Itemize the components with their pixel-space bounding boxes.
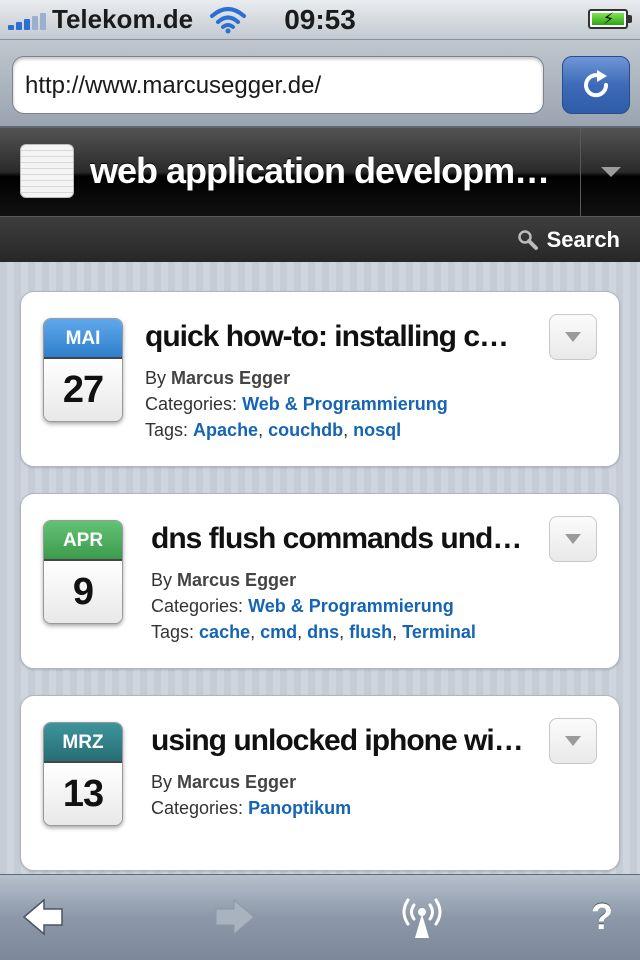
category-link[interactable]: Web & Programmierung	[242, 394, 448, 414]
categories-label: Categories:	[145, 394, 238, 414]
status-bar: Telekom.de 09:53	[0, 0, 640, 40]
tag-link[interactable]: cache	[199, 622, 250, 642]
tag-link[interactable]: Terminal	[402, 622, 476, 642]
header-menu-button[interactable]	[580, 128, 640, 216]
post-categories-line: Categories: Web & Programmierung	[151, 596, 454, 617]
tag-link[interactable]: dns	[307, 622, 339, 642]
site-title[interactable]: web application developm…	[90, 150, 570, 192]
tags-label: Tags:	[145, 420, 189, 440]
date-badge: MRZ 13	[43, 722, 123, 826]
chevron-down-icon	[565, 736, 581, 746]
post-categories-line: Categories: Web & Programmierung	[145, 394, 448, 415]
post-author-line: By Marcus Egger	[151, 772, 296, 793]
chevron-down-icon	[565, 332, 581, 342]
tag-link[interactable]: couchdb	[268, 420, 343, 440]
tags-label: Tags:	[151, 622, 195, 642]
post-card[interactable]: APR 9 dns flush commands under … By Marc…	[20, 493, 620, 669]
battery-charging-icon	[588, 9, 632, 29]
by-label: By	[151, 772, 173, 792]
tag-link[interactable]: flush	[349, 622, 392, 642]
post-card[interactable]: MRZ 13 using unlocked iphone with … By M…	[20, 695, 620, 871]
tag-link[interactable]: Apache	[193, 420, 258, 440]
search-bar: Search	[0, 216, 640, 262]
forward-arrow-icon	[215, 898, 255, 936]
categories-label: Categories:	[151, 596, 244, 616]
date-month: MRZ	[44, 723, 122, 761]
post-author: Marcus Egger	[177, 570, 297, 590]
reload-icon	[584, 70, 609, 98]
category-link[interactable]: Web & Programmierung	[248, 596, 454, 616]
date-day: 13	[44, 761, 122, 825]
post-title[interactable]: using unlocked iphone with …	[151, 724, 531, 758]
broadcast-icon	[402, 898, 442, 938]
chevron-down-icon	[565, 534, 581, 544]
post-author: Marcus Egger	[171, 368, 291, 388]
post-title[interactable]: dns flush commands under …	[151, 522, 531, 556]
search-button[interactable]: Search	[517, 227, 620, 253]
post-author-line: By Marcus Egger	[151, 570, 296, 591]
post-categories-line: Categories: Panoptikum	[151, 798, 351, 819]
categories-label: Categories:	[151, 798, 244, 818]
back-arrow-icon	[22, 898, 63, 936]
browser-address-bar: http://www.marcusegger.de/	[0, 40, 640, 128]
reload-button[interactable]	[562, 56, 630, 114]
by-label: By	[151, 570, 173, 590]
post-card[interactable]: MAI 27 quick how-to: installing cou… By …	[20, 291, 620, 467]
post-menu-button[interactable]	[549, 314, 597, 360]
search-icon	[517, 230, 538, 250]
post-tags-line: Tags: Apache, couchdb, nosql	[145, 420, 402, 440]
date-badge: APR 9	[43, 520, 123, 624]
post-menu-button[interactable]	[549, 516, 597, 562]
category-link[interactable]: Panoptikum	[248, 798, 351, 818]
post-author-line: By Marcus Egger	[145, 368, 290, 389]
post-author: Marcus Egger	[177, 772, 297, 792]
chevron-down-icon	[600, 167, 621, 177]
browser-toolbar: ?	[0, 874, 640, 960]
site-logo-icon	[20, 144, 74, 198]
date-day: 27	[44, 357, 122, 421]
by-label: By	[145, 368, 167, 388]
search-label: Search	[546, 227, 620, 252]
help-button[interactable]: ?	[572, 889, 632, 945]
post-menu-button[interactable]	[549, 718, 597, 764]
tag-link[interactable]: cmd	[260, 622, 297, 642]
tag-link[interactable]: nosql	[353, 420, 401, 440]
date-day: 9	[44, 559, 122, 623]
post-tags-line: Tags: cache, cmd, dns, flush, Terminal	[151, 622, 476, 642]
status-time: 09:53	[284, 4, 356, 35]
post-title[interactable]: quick how-to: installing cou…	[145, 320, 525, 354]
broadcast-button[interactable]	[392, 889, 452, 945]
date-month: MAI	[44, 319, 122, 357]
post-list: MAI 27 quick how-to: installing cou… By …	[0, 262, 640, 874]
date-month: APR	[44, 521, 122, 559]
forward-button[interactable]	[204, 889, 264, 945]
date-badge: MAI 27	[43, 318, 123, 422]
url-input[interactable]: http://www.marcusegger.de/	[12, 56, 544, 114]
back-button[interactable]	[14, 889, 74, 945]
site-header: web application developm…	[0, 128, 640, 216]
